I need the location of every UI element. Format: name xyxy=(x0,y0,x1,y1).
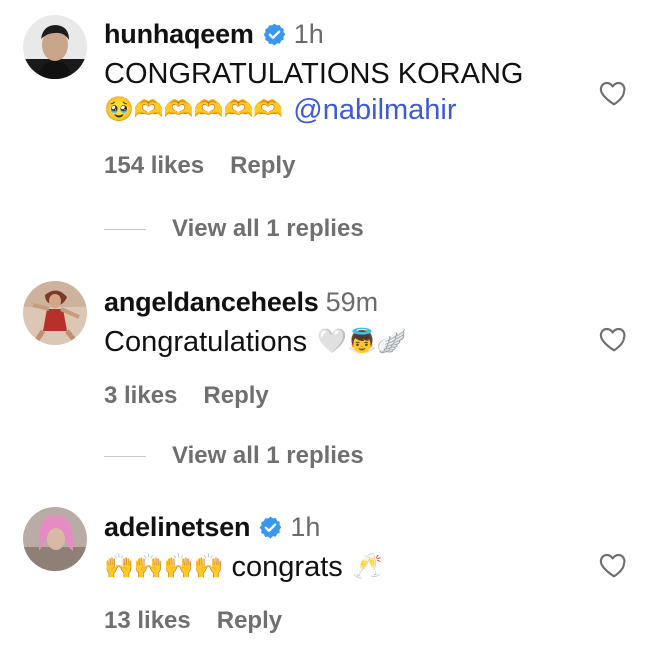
username[interactable]: angeldanceheels xyxy=(104,287,319,318)
comment-text-line: congrats xyxy=(231,551,343,583)
verified-badge-icon xyxy=(258,515,283,540)
heart-icon[interactable] xyxy=(598,77,630,109)
emoji-group: 🤍👼🪽 xyxy=(317,328,407,355)
divider xyxy=(104,455,146,457)
likes-count[interactable]: 3 likes xyxy=(104,382,177,410)
comment-text: Congratulations 🤍👼🪽 xyxy=(104,324,590,360)
emoji-group: 🙌🙌🙌🙌 xyxy=(104,553,224,580)
view-replies-button[interactable]: View all 1 replies xyxy=(104,442,364,470)
likes-count[interactable]: 154 likes xyxy=(104,152,204,180)
avatar[interactable] xyxy=(23,15,87,79)
divider xyxy=(104,228,146,230)
timestamp: 59m xyxy=(325,286,379,317)
reply-button[interactable]: Reply xyxy=(217,607,282,635)
timestamp: 1h xyxy=(290,511,321,542)
verified-badge-icon xyxy=(262,22,287,47)
username[interactable]: hunhaqeem xyxy=(104,19,254,50)
view-replies-label: View all 1 replies xyxy=(172,215,364,242)
view-replies-button[interactable]: View all 1 replies xyxy=(104,215,364,243)
timestamp: 1h xyxy=(293,18,324,49)
view-replies-label: View all 1 replies xyxy=(172,442,364,469)
mention-link[interactable]: @nabilmahir xyxy=(293,92,456,128)
comment-text-line: CONGRATULATIONS KORANG xyxy=(104,58,524,90)
emoji-group: 🥂 xyxy=(352,553,383,580)
comment-text-line: Congratulations xyxy=(104,326,308,358)
heart-icon[interactable] xyxy=(598,549,630,581)
likes-count[interactable]: 13 likes xyxy=(104,607,191,635)
reply-button[interactable]: Reply xyxy=(230,152,295,180)
reply-button[interactable]: Reply xyxy=(203,382,268,410)
comment-text: 🙌🙌🙌🙌 congrats 🥂 xyxy=(104,549,590,585)
emoji-group: 🥹🫶🫶🫶🫶🫶 xyxy=(104,96,284,123)
avatar[interactable] xyxy=(23,281,87,345)
username[interactable]: adelinetsen xyxy=(104,512,251,543)
heart-icon[interactable] xyxy=(598,323,630,355)
avatar[interactable] xyxy=(23,507,87,571)
comment-text: CONGRATULATIONS KORANG 🥹🫶🫶🫶🫶🫶 @nabilmahi… xyxy=(104,56,590,128)
